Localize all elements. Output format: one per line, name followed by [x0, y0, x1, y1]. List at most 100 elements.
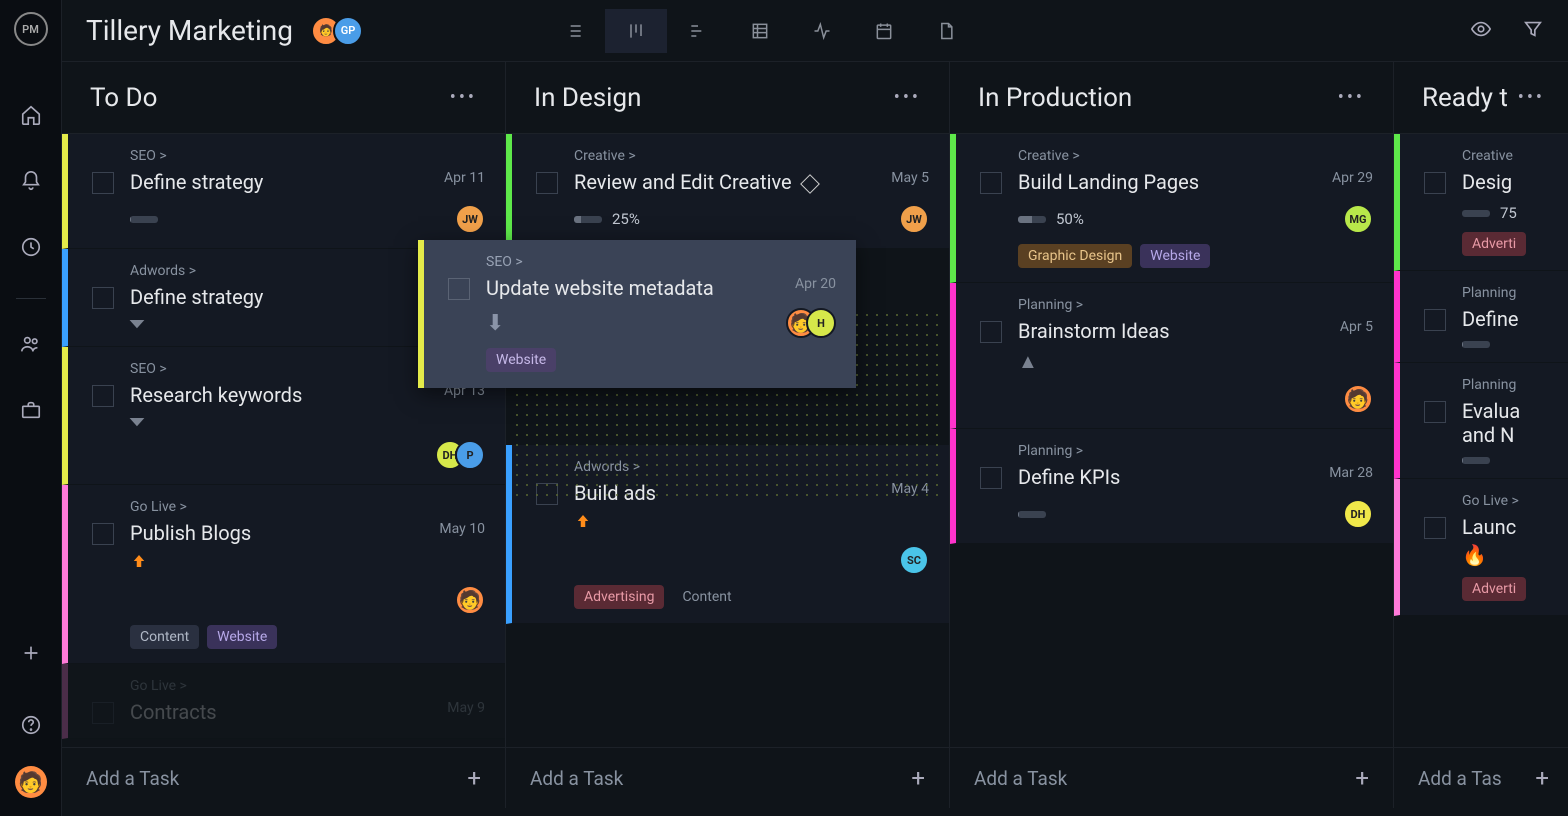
view-activity-icon[interactable]: [791, 9, 853, 53]
card-checkbox[interactable]: [448, 278, 470, 300]
task-card[interactable]: Adwords >Build adsMay 4SCAdvertisingCont…: [506, 445, 949, 624]
tag[interactable]: Graphic Design: [1018, 244, 1132, 268]
people-icon[interactable]: [10, 323, 52, 365]
task-card[interactable]: Go Live >Launc🔥Adverti: [1394, 479, 1568, 616]
left-sidebar: PM: [0, 0, 62, 816]
filter-icon[interactable]: [1522, 18, 1544, 44]
bell-icon[interactable]: [10, 160, 52, 202]
card-title[interactable]: Publish Blogs: [130, 521, 431, 545]
card-title[interactable]: Launc: [1462, 515, 1553, 539]
card-checkbox[interactable]: [92, 385, 114, 407]
app-logo[interactable]: PM: [14, 12, 48, 46]
task-card[interactable]: SEO >Define strategyApr 11JW: [62, 134, 505, 249]
column-menu-icon[interactable]: •••: [1338, 87, 1365, 108]
card-checkbox[interactable]: [1424, 401, 1446, 423]
column-menu-icon[interactable]: •••: [1518, 87, 1545, 108]
briefcase-icon[interactable]: [10, 389, 52, 431]
card-checkbox[interactable]: [1424, 172, 1446, 194]
assignee-avatar[interactable]: P: [455, 440, 485, 470]
card-checkbox[interactable]: [92, 172, 114, 194]
add-task-button[interactable]: Add a Tas+: [1394, 747, 1568, 808]
expand-icon[interactable]: ▼: [124, 413, 149, 430]
card-title[interactable]: Evalua and N: [1462, 399, 1553, 447]
card-title[interactable]: Contracts: [130, 700, 439, 724]
card-checkbox[interactable]: [1424, 517, 1446, 539]
view-list-icon[interactable]: [543, 9, 605, 53]
assignee-avatar[interactable]: DH: [1343, 499, 1373, 529]
column-title: Ready t: [1422, 83, 1508, 113]
assignee-avatar[interactable]: [455, 585, 485, 615]
card-category: Adwords >: [574, 459, 929, 475]
task-card[interactable]: Planning >Define KPIsMar 28DH: [950, 429, 1393, 544]
add-task-button[interactable]: Add a Task+: [950, 747, 1393, 808]
task-card[interactable]: Planning >Brainstorm IdeasApr 5▲: [950, 283, 1393, 429]
card-title[interactable]: Define strategy: [130, 170, 436, 194]
card-title[interactable]: Review and Edit Creative: [574, 170, 883, 194]
task-card[interactable]: Creative >Build Landing PagesApr 2950%MG…: [950, 134, 1393, 283]
card-checkbox[interactable]: [536, 483, 558, 505]
member-avatar[interactable]: GP: [333, 16, 363, 46]
add-task-button[interactable]: Add a Task+: [62, 747, 505, 808]
current-user-avatar[interactable]: [15, 766, 47, 798]
card-checkbox[interactable]: [92, 702, 114, 724]
card-category: Creative >: [1018, 148, 1373, 164]
card-category: Creative: [1462, 148, 1553, 164]
tag[interactable]: Website: [1140, 244, 1210, 268]
column: Ready t•••CreativeDesig75AdvertiPlanning…: [1394, 62, 1568, 808]
task-card[interactable]: CreativeDesig75Adverti: [1394, 134, 1568, 271]
add-task-label: Add a Task: [530, 767, 623, 790]
card-title[interactable]: Define: [1462, 307, 1553, 331]
assignee-avatar[interactable]: JW: [455, 204, 485, 234]
card-checkbox[interactable]: [980, 172, 1002, 194]
card-title[interactable]: Update website metadata: [486, 276, 787, 300]
tag[interactable]: Website: [486, 348, 556, 372]
visibility-icon[interactable]: [1470, 18, 1492, 44]
view-board-icon[interactable]: [605, 9, 667, 53]
task-card[interactable]: PlanningDefine: [1394, 271, 1568, 363]
column-menu-icon[interactable]: •••: [450, 87, 477, 108]
card-title[interactable]: Brainstorm Ideas: [1018, 319, 1332, 343]
card-avatars: MG: [1343, 204, 1373, 234]
card-checkbox[interactable]: [980, 321, 1002, 343]
add-task-button[interactable]: Add a Task+: [506, 747, 949, 808]
card-checkbox[interactable]: [1424, 309, 1446, 331]
card-avatars: [455, 585, 485, 615]
card-title[interactable]: Desig: [1462, 170, 1553, 194]
tag[interactable]: Adverti: [1462, 577, 1526, 601]
tag[interactable]: Advertising: [574, 585, 664, 609]
home-icon[interactable]: [10, 94, 52, 136]
task-card[interactable]: PlanningEvalua and N: [1394, 363, 1568, 479]
view-sheet-icon[interactable]: [729, 9, 791, 53]
card-checkbox[interactable]: [536, 172, 558, 194]
card-checkbox[interactable]: [92, 523, 114, 545]
column-menu-icon[interactable]: •••: [894, 87, 921, 108]
view-gantt-icon[interactable]: [667, 9, 729, 53]
card-checkbox[interactable]: [92, 287, 114, 309]
task-card[interactable]: Go Live >ContractsMay 9: [62, 664, 505, 739]
card-checkbox[interactable]: [980, 467, 1002, 489]
card-title[interactable]: Research keywords: [130, 383, 436, 407]
progress-text: 25%: [612, 210, 640, 228]
assignee-avatar[interactable]: MG: [1343, 204, 1373, 234]
assignee-avatar[interactable]: JW: [899, 204, 929, 234]
task-card[interactable]: Go Live >Publish BlogsMay 10ContentWebsi…: [62, 485, 505, 664]
tag[interactable]: Adverti: [1462, 232, 1526, 256]
dragging-card[interactable]: SEO > Update website metadata Apr 20 ⬇ H…: [418, 240, 856, 388]
clock-icon[interactable]: [10, 226, 52, 268]
project-members[interactable]: 🧑 GP: [311, 16, 363, 46]
tag[interactable]: Content: [130, 625, 199, 649]
card-title[interactable]: Build Landing Pages: [1018, 170, 1324, 194]
tag[interactable]: Content: [672, 585, 741, 609]
expand-icon[interactable]: ▼: [124, 315, 149, 332]
view-calendar-icon[interactable]: [853, 9, 915, 53]
assignee-avatar[interactable]: H: [806, 308, 836, 338]
assignee-avatar[interactable]: SC: [899, 545, 929, 575]
assignee-avatar[interactable]: [1343, 384, 1373, 414]
add-icon[interactable]: [10, 632, 52, 674]
tag[interactable]: Website: [207, 625, 277, 649]
task-card[interactable]: Creative >Review and Edit Creative May 5…: [506, 134, 949, 249]
view-file-icon[interactable]: [915, 9, 977, 53]
card-title[interactable]: Build ads: [574, 481, 883, 505]
help-icon[interactable]: [10, 704, 52, 746]
card-title[interactable]: Define KPIs: [1018, 465, 1321, 489]
